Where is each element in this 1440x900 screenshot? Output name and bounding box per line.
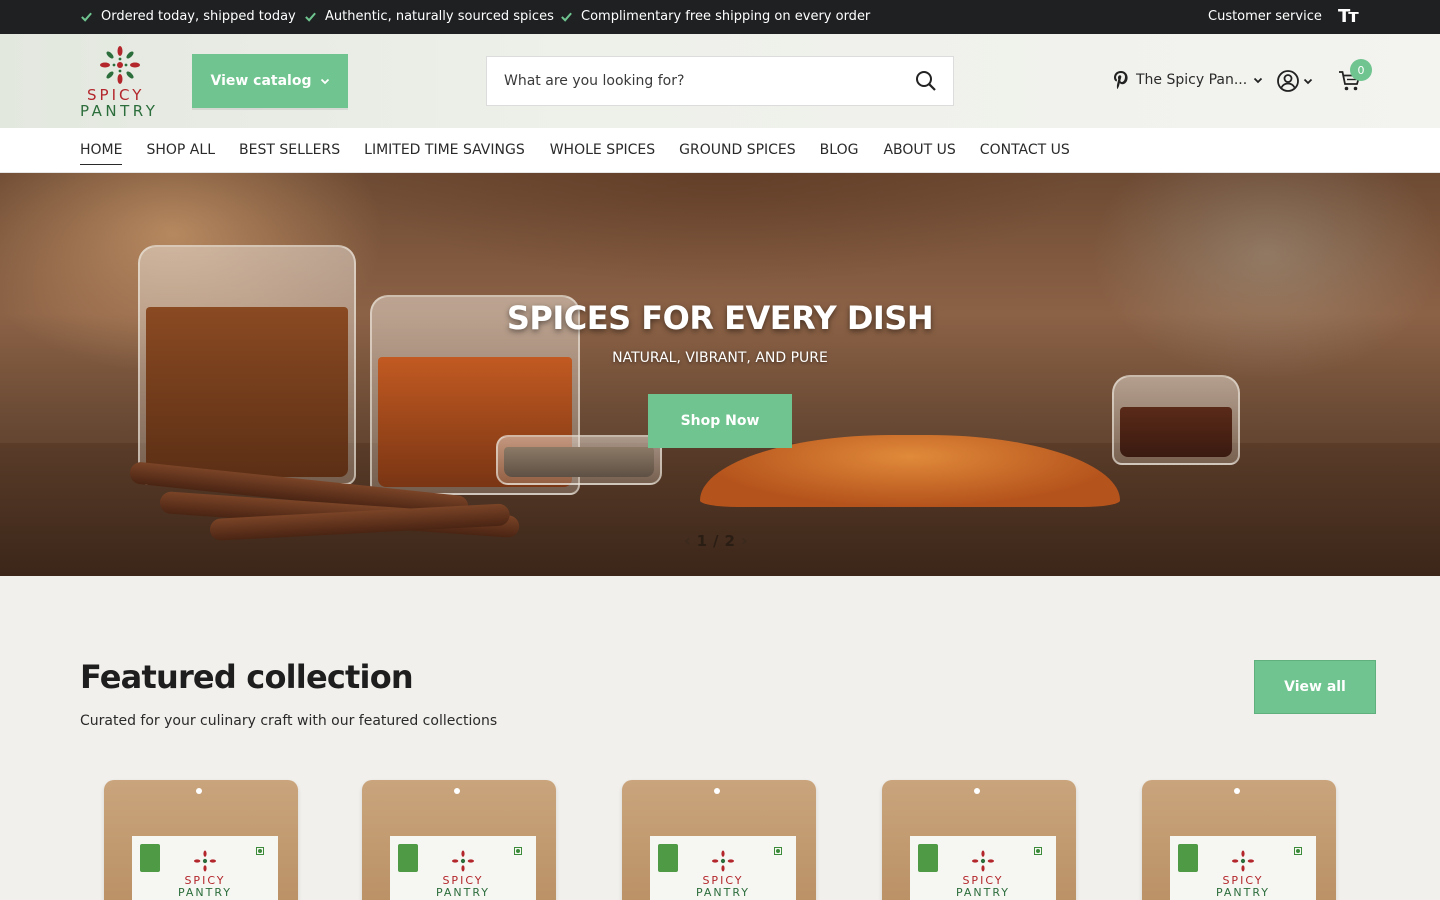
hero-title: SPICES FOR EVERY DISH (506, 299, 934, 337)
featured-collection-subtitle: Curated for your culinary craft with our… (80, 713, 498, 729)
product-card[interactable]: SPICY PANTRY (338, 772, 580, 900)
nav-item-limited-time-savings[interactable]: LIMITED TIME SAVINGS (364, 142, 525, 165)
product-image[interactable]: SPICY PANTRY (622, 780, 816, 900)
search-icon[interactable] (915, 70, 937, 92)
view-catalog-label: View catalog (210, 73, 312, 89)
product-image[interactable]: SPICY PANTRY (1142, 780, 1336, 900)
search-bar (486, 56, 954, 106)
chevron-left-icon[interactable]: ‹ (684, 531, 691, 550)
veg-mark-icon (256, 847, 264, 855)
pager-current: 1 (696, 531, 708, 550)
slideshow-pager: ‹ 1 / 2 › (684, 531, 748, 550)
nav-item-whole-spices[interactable]: WHOLE SPICES (550, 142, 655, 165)
featured-collection-title: Featured collection (80, 658, 414, 696)
usp-item: Authentic, naturally sourced spices (304, 9, 554, 24)
pouch-label: SPICY PANTRY (390, 836, 536, 900)
site-header: SPICY PANTRY View catalog The Spicy Pan.… (0, 34, 1440, 128)
spice-flower-icon (100, 46, 140, 84)
cart-count-badge: 0 (1350, 59, 1372, 81)
product-card[interactable]: SPICY PANTRY (598, 772, 840, 900)
gmo-free-badge-icon (398, 844, 418, 872)
nav-item-about-us[interactable]: ABOUT US (883, 142, 955, 165)
store-selector-label: The Spicy Pan... (1136, 72, 1248, 88)
text-size-icon[interactable]: Tт (1338, 6, 1359, 27)
user-icon (1277, 70, 1299, 92)
logo-text-pantry: PANTRY (80, 102, 159, 120)
pouch-hole (714, 788, 720, 794)
veg-mark-icon (514, 847, 522, 855)
usp-text: Complimentary free shipping on every ord… (581, 9, 871, 24)
pouch-hole (974, 788, 980, 794)
pouch-hole (1234, 788, 1240, 794)
spicy-pantry-logo[interactable]: SPICY PANTRY (78, 44, 162, 120)
spice-jar-image (1112, 375, 1240, 465)
view-catalog-button[interactable]: View catalog (192, 54, 348, 108)
pouch-hole (196, 788, 202, 794)
product-card[interactable]: SPICY PANTRY (858, 772, 1100, 900)
pouch-brand-pantry: PANTRY (1215, 886, 1271, 899)
shop-now-button[interactable]: Shop Now (648, 394, 792, 448)
pouch-label: SPICY PANTRY (1170, 836, 1316, 900)
chevron-right-icon[interactable]: › (741, 531, 748, 550)
pouch-brand-pantry: PANTRY (695, 886, 751, 899)
pager-separator: / (713, 531, 719, 550)
nav-item-home[interactable]: HOME (80, 142, 123, 165)
veg-mark-icon (1294, 847, 1302, 855)
view-all-button[interactable]: View all (1254, 660, 1376, 714)
pouch-brand-pantry: PANTRY (435, 886, 491, 899)
product-grid: SPICY PANTRY SPICY PANTRY SPICY PANTRY S… (80, 772, 1380, 900)
pouch-brand-pantry: PANTRY (955, 886, 1011, 899)
hero-subtitle: NATURAL, VIBRANT, AND PURE (612, 350, 828, 366)
main-navigation: HOME SHOP ALL BEST SELLERS LIMITED TIME … (0, 128, 1440, 173)
spice-flower-icon (194, 850, 216, 872)
veg-mark-icon (774, 847, 782, 855)
gmo-free-badge-icon (918, 844, 938, 872)
check-icon (81, 12, 92, 22)
usp-text: Authentic, naturally sourced spices (325, 9, 554, 24)
chevron-down-icon (1303, 78, 1313, 85)
spice-flower-icon (1232, 850, 1254, 872)
usp-item: Complimentary free shipping on every ord… (560, 9, 870, 24)
check-icon (561, 12, 572, 22)
pouch-label: SPICY PANTRY (910, 836, 1056, 900)
gmo-free-badge-icon (140, 844, 160, 872)
spice-bowl-image (496, 435, 662, 485)
product-image[interactable]: SPICY PANTRY (104, 780, 298, 900)
cart-button[interactable]: 0 (1338, 59, 1372, 97)
check-icon (305, 12, 316, 22)
pouch-hole (454, 788, 460, 794)
usp-text: Ordered today, shipped today (101, 9, 296, 24)
pouch-brand-pantry: PANTRY (177, 886, 233, 899)
product-image[interactable]: SPICY PANTRY (362, 780, 556, 900)
product-card[interactable]: SPICY PANTRY (80, 772, 322, 900)
nav-item-shop-all[interactable]: SHOP ALL (146, 142, 215, 165)
chevron-down-icon (1254, 77, 1263, 84)
usp-item: Ordered today, shipped today (80, 9, 296, 24)
chevron-down-icon (320, 78, 329, 85)
nav-item-contact-us[interactable]: CONTACT US (980, 142, 1070, 165)
hero-banner: SPICES FOR EVERY DISH NATURAL, VIBRANT, … (0, 173, 1440, 576)
pager-total: 2 (724, 531, 735, 550)
account-menu[interactable] (1276, 69, 1313, 93)
spice-flower-icon (972, 850, 994, 872)
spice-flower-icon (452, 850, 474, 872)
product-card[interactable]: SPICY PANTRY (1118, 772, 1360, 900)
spice-flower-icon (712, 850, 734, 872)
product-image[interactable]: SPICY PANTRY (882, 780, 1076, 900)
customer-service-link[interactable]: Customer service (1208, 9, 1322, 24)
nav-item-ground-spices[interactable]: GROUND SPICES (679, 142, 796, 165)
pouch-label: SPICY PANTRY (650, 836, 796, 900)
nav-item-blog[interactable]: BLOG (820, 142, 859, 165)
gmo-free-badge-icon (1178, 844, 1198, 872)
search-input[interactable] (487, 57, 907, 105)
veg-mark-icon (1034, 847, 1042, 855)
gmo-free-badge-icon (658, 844, 678, 872)
pinterest-icon (1114, 71, 1128, 89)
pouch-label: SPICY PANTRY (132, 836, 278, 900)
nav-item-best-sellers[interactable]: BEST SELLERS (239, 142, 340, 165)
store-selector[interactable]: The Spicy Pan... (1112, 70, 1263, 90)
top-announcement-bar: Ordered today, shipped today Authentic, … (0, 0, 1440, 34)
